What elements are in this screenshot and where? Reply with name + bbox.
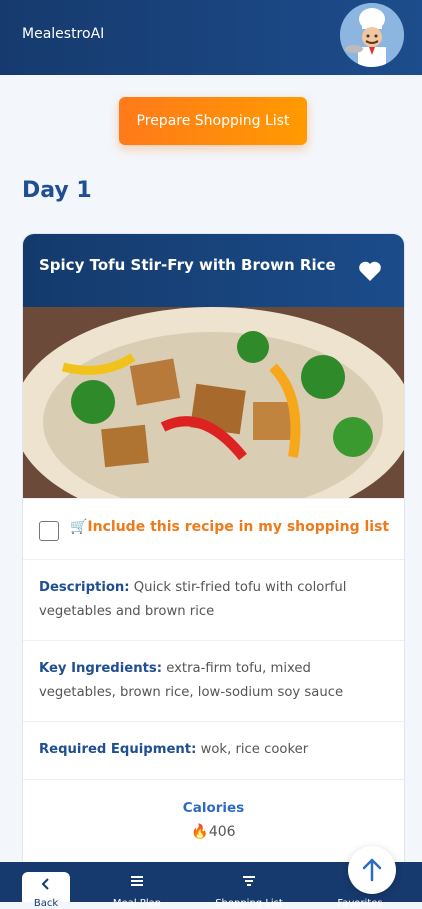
ingredients-row: Key Ingredients: extra-firm tofu, mixed …	[23, 640, 404, 721]
arrow-up-icon	[362, 858, 382, 882]
calories-label: Calories	[182, 800, 245, 816]
include-recipe-checkbox[interactable]	[39, 521, 59, 541]
calories-row: Calories 🔥406	[23, 779, 404, 874]
nav-shopping-list[interactable]: Shopping List	[210, 862, 288, 909]
nav-back-label: Back	[33, 898, 59, 909]
app-brand[interactable]: MealestroAI	[22, 26, 104, 42]
equipment-text: wok, rice cooker	[200, 742, 309, 757]
include-recipe-row: 🛒Include this recipe in my shopping list	[23, 498, 404, 559]
list-icon	[131, 876, 143, 886]
description-label: Description:	[39, 580, 130, 595]
nav-meal-plan[interactable]: Meal Plan	[106, 862, 168, 909]
nav-meal-plan-label: Meal Plan	[112, 898, 162, 909]
day-heading: Day 1	[22, 178, 92, 203]
food-photo	[23, 307, 404, 498]
equipment-row: Required Equipment: wok, rice cooker	[23, 721, 404, 779]
scroll-to-top-button[interactable]	[348, 846, 396, 894]
equipment-label: Required Equipment:	[39, 742, 197, 757]
ingredients-label: Key Ingredients:	[39, 661, 163, 676]
nav-shopping-list-label: Shopping List	[215, 898, 283, 909]
recipe-title: Spicy Tofu Stir-Fry with Brown Rice	[39, 256, 336, 274]
app-header: MealestroAI	[0, 0, 422, 75]
recipe-card: Spicy Tofu Stir-Fry with Brown Rice 🛒Inc…	[22, 233, 405, 875]
filter-icon	[243, 876, 255, 886]
nav-back[interactable]: Back	[22, 872, 70, 909]
heart-icon[interactable]	[358, 260, 382, 282]
nav-favorites-label: Favorites	[337, 898, 383, 909]
include-recipe-label[interactable]: 🛒Include this recipe in my shopping list	[70, 519, 389, 535]
prepare-shopping-list-button[interactable]: Prepare Shopping List	[119, 97, 307, 145]
description-row: Description: Quick stir-fried tofu with …	[23, 559, 404, 640]
chef-avatar-icon[interactable]	[340, 3, 404, 67]
recipe-card-header: Spicy Tofu Stir-Fry with Brown Rice	[23, 234, 404, 307]
calories-value: 🔥406	[191, 824, 236, 840]
chevron-left-icon	[41, 878, 49, 890]
